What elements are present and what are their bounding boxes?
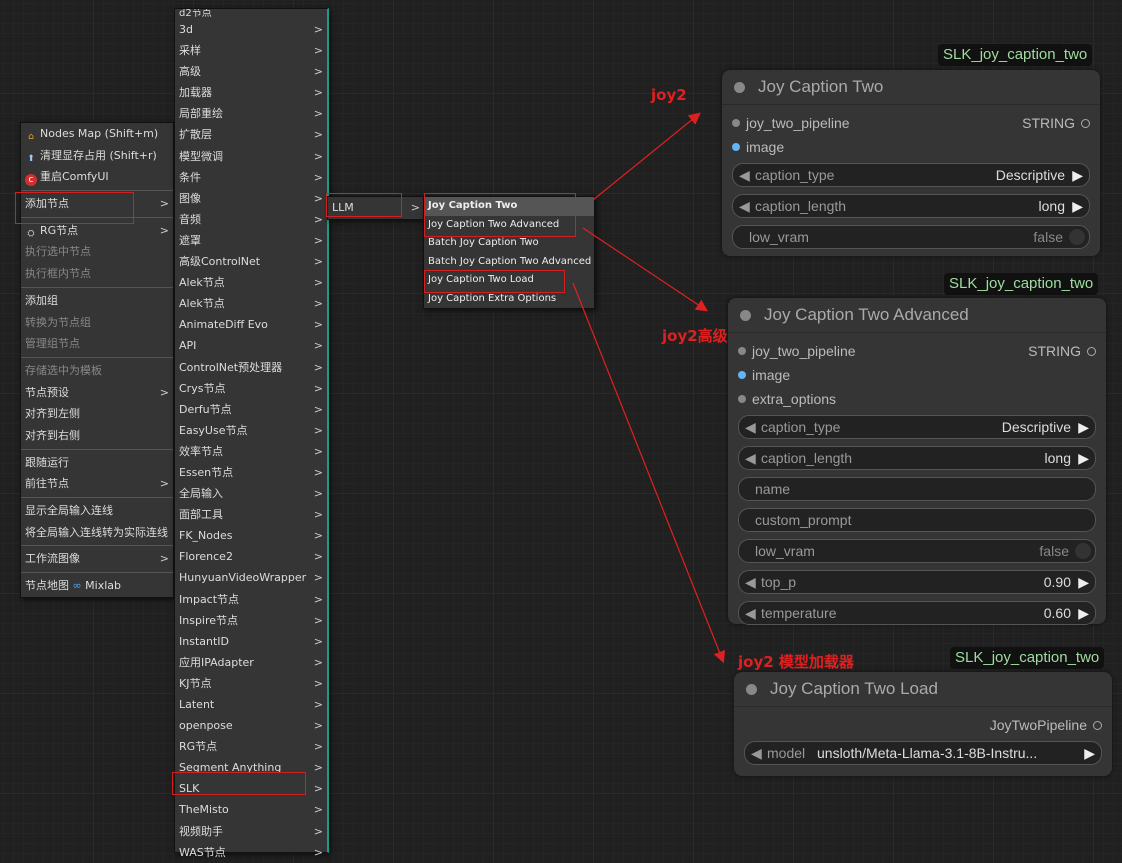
node-badge: SLK_joy_caption_two — [938, 44, 1093, 66]
node-title[interactable]: Joy Caption Two Advanced — [728, 298, 1106, 333]
toggle-knob-icon[interactable] — [1069, 229, 1085, 245]
output-string[interactable]: STRING — [1028, 339, 1096, 363]
joy-caption-two-advanced-node[interactable]: Joy Caption Two Advanced joy_two_pipelin… — [728, 298, 1106, 625]
caption-length-combo[interactable]: ◀ caption_length long ▶ — [738, 446, 1096, 470]
node-title[interactable]: Joy Caption Two — [722, 70, 1100, 105]
collapse-dot-icon[interactable] — [734, 82, 745, 93]
output-joy-two-pipeline[interactable]: JoyTwoPipeline — [990, 713, 1102, 737]
arrow-right-icon[interactable]: ▶ — [1078, 416, 1089, 438]
arrow-left-icon[interactable]: ◀ — [739, 195, 750, 217]
caption-type-combo[interactable]: ◀ caption_type Descriptive ▶ — [738, 415, 1096, 439]
arrow-left-icon[interactable]: ◀ — [745, 416, 756, 438]
input-joy-two-pipeline[interactable]: joy_two_pipeline — [738, 339, 856, 363]
arrow-left-icon[interactable]: ◀ — [745, 571, 756, 593]
arrow-left-icon[interactable]: ◀ — [745, 447, 756, 469]
io-row: joy_two_pipeline STRING — [728, 339, 1106, 363]
socket-icon[interactable] — [1081, 119, 1090, 128]
top-p-slider[interactable]: ◀ top_p 0.90 ▶ — [738, 570, 1096, 594]
custom-prompt-input[interactable]: custom_prompt — [738, 508, 1096, 532]
annotation-joy2: joy2 — [651, 86, 687, 104]
arrow-right-icon[interactable]: ▶ — [1078, 571, 1089, 593]
arrow-right-icon[interactable]: ▶ — [1078, 602, 1089, 624]
socket-icon[interactable] — [732, 119, 740, 127]
input-joy-two-pipeline[interactable]: joy_two_pipeline — [732, 111, 850, 135]
arrow-right-icon[interactable]: ▶ — [1072, 195, 1083, 217]
io-row: extra_options — [728, 387, 1106, 411]
arrow-left-icon[interactable]: ◀ — [745, 602, 756, 624]
toggle-knob-icon[interactable] — [1075, 543, 1091, 559]
socket-icon[interactable] — [1087, 347, 1096, 356]
joy-caption-two-node[interactable]: Joy Caption Two joy_two_pipeline STRING … — [722, 70, 1100, 256]
caption-length-combo[interactable]: ◀ caption_length long ▶ — [732, 194, 1090, 218]
input-extra-options[interactable]: extra_options — [738, 387, 836, 411]
io-row: joy_two_pipeline STRING — [722, 111, 1100, 135]
arrow-right-icon[interactable]: ▶ — [1072, 164, 1083, 186]
collapse-dot-icon[interactable] — [746, 684, 757, 695]
output-string[interactable]: STRING — [1022, 111, 1090, 135]
socket-icon[interactable] — [1093, 721, 1102, 730]
name-input[interactable]: name — [738, 477, 1096, 501]
node-title[interactable]: Joy Caption Two Load — [734, 672, 1112, 707]
low-vram-toggle[interactable]: low_vram false — [732, 225, 1090, 249]
arrow-left-icon[interactable]: ◀ — [751, 742, 762, 764]
low-vram-toggle[interactable]: low_vram false — [738, 539, 1096, 563]
annotation-joy2-advanced: joy2高级 — [662, 327, 728, 345]
collapse-dot-icon[interactable] — [740, 310, 751, 321]
input-image[interactable]: image — [732, 135, 784, 159]
socket-icon[interactable] — [738, 347, 746, 355]
annotation-joy2-loader: joy2 模型加载器 — [738, 653, 854, 671]
arrow-right-icon[interactable]: ▶ — [1084, 742, 1095, 764]
socket-icon[interactable] — [738, 371, 746, 379]
io-row: image — [722, 135, 1100, 159]
arrow-right-icon[interactable]: ▶ — [1078, 447, 1089, 469]
socket-icon[interactable] — [738, 395, 746, 403]
arrow-left-icon[interactable]: ◀ — [739, 164, 750, 186]
io-row: image — [728, 363, 1106, 387]
temperature-slider[interactable]: ◀ temperature 0.60 ▶ — [738, 601, 1096, 625]
joy-caption-two-load-node[interactable]: Joy Caption Two Load JoyTwoPipeline ◀ mod… — [734, 672, 1112, 776]
io-row: JoyTwoPipeline — [734, 713, 1112, 737]
arrow-to-joy-caption-two — [592, 112, 701, 201]
node-badge: SLK_joy_caption_two — [950, 647, 1105, 669]
model-combo[interactable]: ◀ model unsloth/Meta-Llama-3.1-8B-Instru..… — [744, 741, 1102, 765]
caption-type-combo[interactable]: ◀ caption_type Descriptive ▶ — [732, 163, 1090, 187]
node-badge: SLK_joy_caption_two — [944, 273, 1099, 295]
input-image[interactable]: image — [738, 363, 790, 387]
arrow-to-joy-caption-two-advanced — [582, 227, 708, 312]
socket-icon[interactable] — [732, 143, 740, 151]
